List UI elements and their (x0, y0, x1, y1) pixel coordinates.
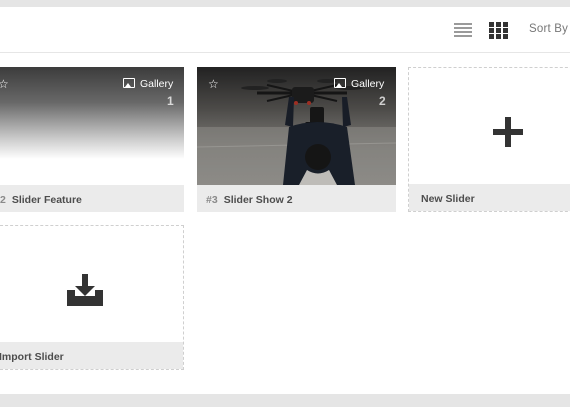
list-view-icon[interactable] (452, 21, 474, 39)
import-tray-icon (67, 274, 103, 306)
sort-by-label[interactable]: Sort By (529, 23, 568, 35)
slider-manager-panel: Sort By ☆ Gallery 1 2 Slider Feature ☆ G… (0, 7, 570, 394)
slider-number: #3 (206, 194, 218, 206)
image-icon (123, 78, 135, 88)
new-slider-label: New Slider (421, 193, 475, 205)
slider-card-footer[interactable]: 2 Slider Feature (0, 185, 184, 212)
import-slider-card[interactable]: Import Slider (0, 225, 184, 370)
grid-view-icon[interactable] (488, 21, 510, 39)
slide-count: 1 (167, 94, 174, 108)
slider-type: Gallery (334, 78, 384, 90)
slider-title: Slider Show 2 (223, 194, 293, 206)
import-slider-footer[interactable]: Import Slider (0, 342, 183, 369)
slider-number: 2 (0, 194, 6, 206)
slider-card-footer[interactable]: #3 Slider Show 2 (197, 185, 396, 212)
import-slider-label: Import Slider (0, 351, 64, 363)
slider-card[interactable]: ☆ Gallery 1 2 Slider Feature (0, 67, 184, 212)
new-slider-footer[interactable]: New Slider (409, 184, 570, 211)
new-slider-card[interactable]: New Slider (408, 67, 570, 212)
star-outline-icon[interactable]: ☆ (208, 78, 219, 90)
slider-thumbnail[interactable]: ☆ Gallery 1 (0, 67, 184, 185)
star-outline-icon[interactable]: ☆ (0, 78, 9, 90)
slider-type-label: Gallery (351, 78, 385, 90)
slider-thumbnail[interactable]: ☆ Gallery 2 (197, 67, 396, 185)
toolbar: Sort By (0, 7, 570, 53)
slide-count: 2 (379, 94, 386, 108)
plus-icon (493, 117, 523, 147)
slider-type-label: Gallery (140, 78, 174, 90)
image-icon (334, 78, 346, 88)
slider-title: Slider Feature (11, 194, 82, 206)
slider-type: Gallery (123, 78, 173, 90)
slider-card[interactable]: ☆ Gallery 2 #3 Slider Show 2 (197, 67, 396, 212)
